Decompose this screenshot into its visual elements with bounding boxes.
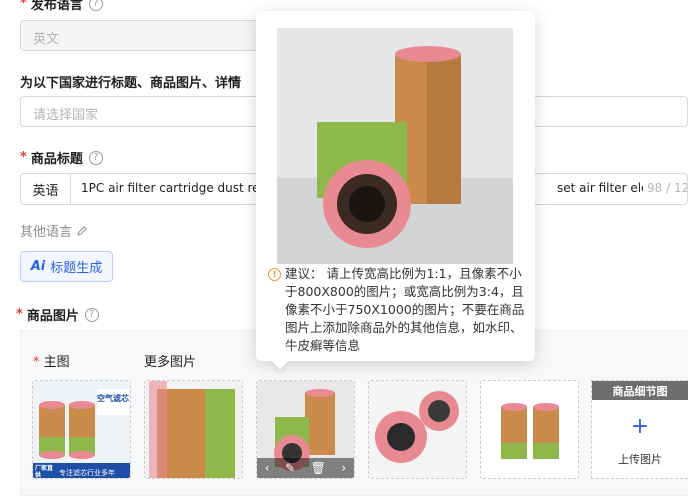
- ai-icon: Ai: [30, 259, 46, 274]
- filter-product-image: [145, 381, 242, 478]
- help-icon[interactable]: ?: [88, 150, 103, 165]
- filter-product-image: [277, 28, 513, 264]
- publish-language-text: 发布语言: [30, 0, 83, 13]
- title-lang-prefix: 英语: [21, 174, 71, 204]
- chevron-right-icon[interactable]: ›: [341, 461, 346, 475]
- info-icon: !: [268, 268, 281, 281]
- edit-icon[interactable]: ✎: [285, 461, 295, 475]
- country-select-placeholder: 请选择国家: [33, 108, 99, 123]
- product-title-text: 商品标题: [30, 152, 83, 167]
- ai-button-label: 标题生成: [50, 261, 103, 276]
- thumb-toolbar: ‹ ✎ 🗑 ›: [257, 458, 354, 478]
- help-icon[interactable]: ?: [88, 0, 103, 11]
- delete-icon[interactable]: 🗑: [311, 461, 326, 475]
- detail-image-upload[interactable]: 商品细节图 + 上传图片: [591, 380, 688, 479]
- publish-language-value: 英文: [33, 32, 60, 47]
- main-image-slogan: 专注滤芯行业多年: [59, 469, 115, 477]
- title-char-counter: 98 / 128: [647, 181, 687, 195]
- other-languages-toggle[interactable]: 其他语言: [20, 221, 88, 240]
- more-image-thumb[interactable]: [144, 380, 243, 479]
- product-images-label: * 商品图片 ?: [16, 305, 99, 324]
- main-image-brand: 厂家直供: [35, 465, 54, 479]
- edit-pencil-icon: [77, 225, 87, 236]
- publish-language-label: * 发布语言 ?: [20, 0, 103, 13]
- help-icon[interactable]: ?: [84, 307, 99, 322]
- publish-language-select[interactable]: 英文: [20, 20, 260, 51]
- image-preview-popover: ! 建议： 请上传宽高比例为1:1，且像素不小于800X800的图片；或宽高比例…: [256, 11, 535, 361]
- filter-product-image: [481, 381, 578, 478]
- other-languages-label: 其他语言: [20, 225, 73, 240]
- more-image-thumb[interactable]: [368, 380, 467, 479]
- chevron-left-icon[interactable]: ‹: [265, 461, 270, 475]
- countries-label: 为以下国家进行标题、商品图片、详情: [20, 76, 242, 91]
- product-images-text: 商品图片: [26, 309, 79, 324]
- main-image-title: 空气滤芯: [97, 394, 129, 403]
- filter-product-image: [369, 381, 466, 478]
- upload-image-label: 上传图片: [618, 453, 662, 466]
- upload-tip-text: 建议： 请上传宽高比例为1:1，且像素不小于800X800的图片；或宽高比例为3…: [285, 266, 525, 353]
- title-value-right: set air filter ele: [557, 181, 643, 195]
- more-image-thumb[interactable]: [480, 380, 579, 479]
- product-title-label: * 商品标题 ?: [20, 148, 103, 167]
- upload-tip: ! 建议： 请上传宽高比例为1:1，且像素不小于800X800的图片；或宽高比例…: [268, 265, 526, 355]
- main-image-thumb[interactable]: 空气滤芯 厂家直供 专注滤芯行业多年: [32, 380, 131, 479]
- main-image-label: * 主图: [33, 355, 70, 370]
- plus-icon: +: [630, 414, 650, 439]
- ai-title-generate-button[interactable]: Ai 标题生成: [20, 251, 113, 282]
- more-image-thumb[interactable]: ‹ ✎ 🗑 ›: [256, 380, 355, 479]
- detail-image-header: 商品细节图: [592, 381, 688, 400]
- preview-image: [277, 28, 513, 264]
- more-images-label: 更多图片: [144, 355, 197, 370]
- title-value-left: 1PC air filter cartridge dust re: [81, 181, 260, 195]
